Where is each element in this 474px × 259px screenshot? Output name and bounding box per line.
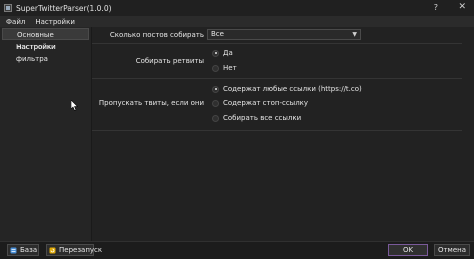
ok-button[interactable]: OK xyxy=(388,244,428,256)
title-bar: SuperTwitterParser(1.0.0) ? ✕ xyxy=(0,0,474,16)
chevron-down-icon: ▼ xyxy=(352,31,357,38)
restart-button-label: Перезапуск xyxy=(59,246,103,254)
app-icon xyxy=(4,4,12,12)
base-button-label: База xyxy=(20,246,38,254)
settings-panel: Сколько постов собирать Все ▼ Собирать р… xyxy=(92,27,474,241)
radio-unchecked-icon xyxy=(212,114,219,122)
database-icon xyxy=(10,247,17,254)
retweets-yes-label: Да xyxy=(223,49,233,57)
sidebar-item-filter-settings[interactable]: Настройки фильтра xyxy=(2,41,89,63)
radio-unchecked-icon xyxy=(212,99,219,107)
restart-icon xyxy=(49,247,56,254)
skip-tweets-label: Пропускать твиты, если они xyxy=(98,99,204,107)
help-button[interactable]: ? xyxy=(434,3,438,12)
retweets-no-radio[interactable]: Нет xyxy=(212,64,237,72)
retweets-label: Собирать ретвиты xyxy=(135,57,204,65)
row-divider xyxy=(92,78,462,79)
row-divider xyxy=(92,130,462,131)
skip-any-links-label: Содержат любые ссылки (https://t.co) xyxy=(223,85,362,93)
skip-stop-link-radio[interactable]: Содержат стоп-ссылку xyxy=(212,99,308,107)
window-title: SuperTwitterParser(1.0.0) xyxy=(16,3,112,13)
posts-count-select[interactable]: Все ▼ xyxy=(207,29,361,40)
bottom-bar: База Перезапуск OK Отмена xyxy=(0,241,474,259)
menu-settings[interactable]: Настройки xyxy=(31,18,79,26)
posts-count-label: Сколько постов собирать xyxy=(109,31,204,39)
menu-file[interactable]: Файл xyxy=(2,18,29,26)
cancel-button[interactable]: Отмена xyxy=(434,244,470,256)
retweets-yes-radio[interactable]: Да xyxy=(212,49,233,57)
skip-any-links-radio[interactable]: Содержат любые ссылки (https://t.co) xyxy=(212,85,362,93)
radio-unchecked-icon xyxy=(212,64,219,72)
radio-checked-icon xyxy=(212,49,219,57)
sidebar: Основные настройки Настройки фильтра xyxy=(0,27,92,241)
menu-bar: Файл Настройки xyxy=(0,16,474,27)
skip-stop-link-label: Содержат стоп-ссылку xyxy=(223,99,309,107)
close-button[interactable]: ✕ xyxy=(458,2,466,12)
posts-count-value: Все xyxy=(211,30,224,38)
restart-button[interactable]: Перезапуск xyxy=(46,244,102,256)
radio-checked-icon xyxy=(212,85,219,93)
row-divider xyxy=(92,43,462,44)
collect-all-links-radio[interactable]: Собирать все ссылки xyxy=(212,114,301,122)
sidebar-item-main-settings[interactable]: Основные настройки xyxy=(2,28,89,51)
mouse-cursor-icon xyxy=(70,99,79,113)
collect-all-links-label: Собирать все ссылки xyxy=(223,114,302,122)
retweets-no-label: Нет xyxy=(223,64,237,72)
base-button[interactable]: База xyxy=(7,244,39,256)
